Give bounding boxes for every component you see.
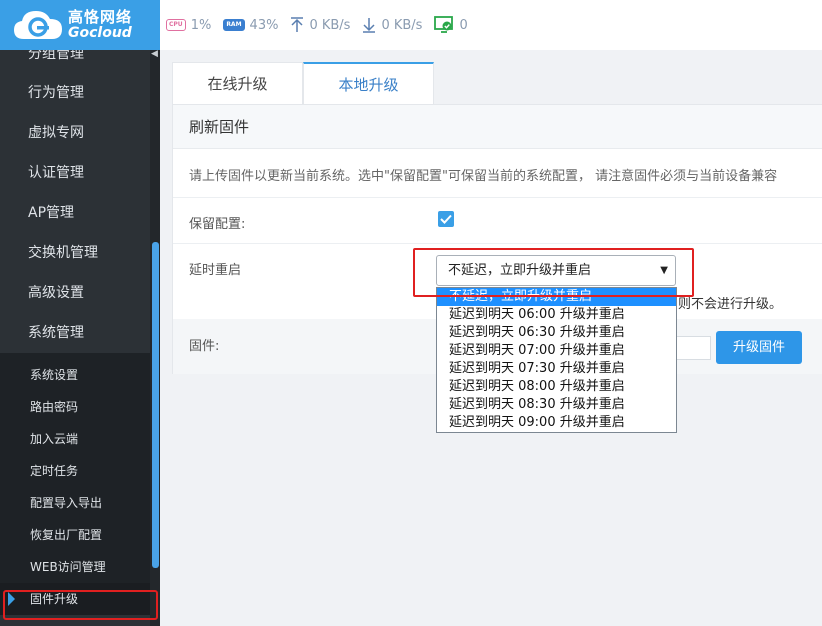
devices-value: 0 xyxy=(459,17,468,33)
tab-online-upgrade[interactable]: 在线升级 xyxy=(172,62,303,104)
panel-title: 刷新固件 xyxy=(173,105,822,149)
ram-icon: RAM xyxy=(223,19,245,31)
sidebar-item-auth[interactable]: 认证管理 xyxy=(0,153,160,193)
submenu-item-router-password[interactable]: 路由密码 xyxy=(0,391,160,423)
option-0900[interactable]: 延迟到明天 09:00 升级并重启 xyxy=(437,414,676,432)
sidebar: 分组管理 行为管理 虚拟专网 认证管理 AP管理 交换机管理 高级设置 系统管理… xyxy=(0,50,160,626)
scroll-up-icon[interactable]: ◀ xyxy=(151,50,159,59)
monitor-check-icon xyxy=(434,16,454,34)
highlight-box-select xyxy=(413,248,694,297)
sidebar-item-ap[interactable]: AP管理 xyxy=(0,193,160,233)
option-0630[interactable]: 延迟到明天 06:30 升级并重启 xyxy=(437,324,676,342)
submenu-item-factory-reset[interactable]: 恢复出厂配置 xyxy=(0,519,160,551)
upload-arrow-icon xyxy=(290,17,304,33)
cpu-value: 1% xyxy=(190,17,212,33)
firmware-label: 固件: xyxy=(189,339,220,354)
delay-reboot-label: 延时重启 xyxy=(189,263,242,278)
cpu-stat: CPU 1% xyxy=(166,18,211,33)
upload-value: 0 KB/s xyxy=(309,17,351,33)
sidebar-item-advanced[interactable]: 高级设置 xyxy=(0,273,160,313)
logo: 高恪网络 Gocloud xyxy=(0,0,160,50)
devices-stat: 0 xyxy=(434,16,468,34)
upgrade-tabs: 在线升级 本地升级 xyxy=(172,62,434,104)
submenu-item-system-settings[interactable]: 系统设置 xyxy=(0,359,160,391)
panel-description: 请上传固件以更新当前系统。选中"保留配置"可保留当前的系统配置， 请注意固件必须… xyxy=(189,169,778,184)
status-bar: CPU 1% RAM 43% 0 KB/s 0 KB/s 0 xyxy=(160,0,822,50)
option-0600[interactable]: 延迟到明天 06:00 升级并重启 xyxy=(437,306,676,324)
submenu-item-config-import-export[interactable]: 配置导入导出 xyxy=(0,487,160,519)
submenu-item-scheduled-tasks[interactable]: 定时任务 xyxy=(0,455,160,487)
submenu-item-web-access[interactable]: WEB访问管理 xyxy=(0,551,160,583)
brand-name-cn: 高恪网络 xyxy=(68,7,133,26)
highlight-box-menu xyxy=(3,590,158,620)
sidebar-item-system[interactable]: 系统管理 xyxy=(0,313,160,353)
ram-value: 43% xyxy=(249,17,279,33)
option-0700[interactable]: 延迟到明天 07:00 升级并重启 xyxy=(437,342,676,360)
ram-stat: RAM 43% xyxy=(223,18,278,33)
brand-name-en: Gocloud xyxy=(68,24,132,41)
submenu-item-join-cloud[interactable]: 加入云端 xyxy=(0,423,160,455)
delay-reboot-options: 不延迟，立即升级并重启 延迟到明天 06:00 升级并重启 延迟到明天 06:3… xyxy=(436,287,677,433)
divider xyxy=(173,197,822,198)
sidebar-item-group[interactable]: 分组管理 xyxy=(0,50,160,73)
divider xyxy=(173,243,822,244)
cpu-icon: CPU xyxy=(166,19,186,31)
option-0730[interactable]: 延迟到明天 07:30 升级并重启 xyxy=(437,360,676,378)
keep-config-checkbox[interactable] xyxy=(438,211,454,227)
checkmark-icon xyxy=(440,214,452,224)
sidebar-item-switch[interactable]: 交换机管理 xyxy=(0,233,160,273)
system-submenu: 系统设置 路由密码 加入云端 定时任务 配置导入导出 恢复出厂配置 WEB访问管… xyxy=(0,353,160,615)
download-arrow-icon xyxy=(362,17,376,33)
sidebar-item-vpn[interactable]: 虚拟专网 xyxy=(0,113,160,153)
download-value: 0 KB/s xyxy=(381,17,423,33)
upgrade-firmware-button[interactable]: 升级固件 xyxy=(716,331,802,364)
cloud-logo-icon xyxy=(12,7,64,43)
option-0830[interactable]: 延迟到明天 08:30 升级并重启 xyxy=(437,396,676,414)
option-0800[interactable]: 延迟到明天 08:00 升级并重启 xyxy=(437,378,676,396)
keep-config-label: 保留配置: xyxy=(189,217,246,232)
sidebar-scroll-thumb[interactable] xyxy=(152,242,159,568)
sidebar-item-behavior[interactable]: 行为管理 xyxy=(0,73,160,113)
upload-stat: 0 KB/s xyxy=(290,17,350,33)
tab-local-upgrade[interactable]: 本地升级 xyxy=(303,62,434,104)
download-stat: 0 KB/s xyxy=(362,17,422,33)
